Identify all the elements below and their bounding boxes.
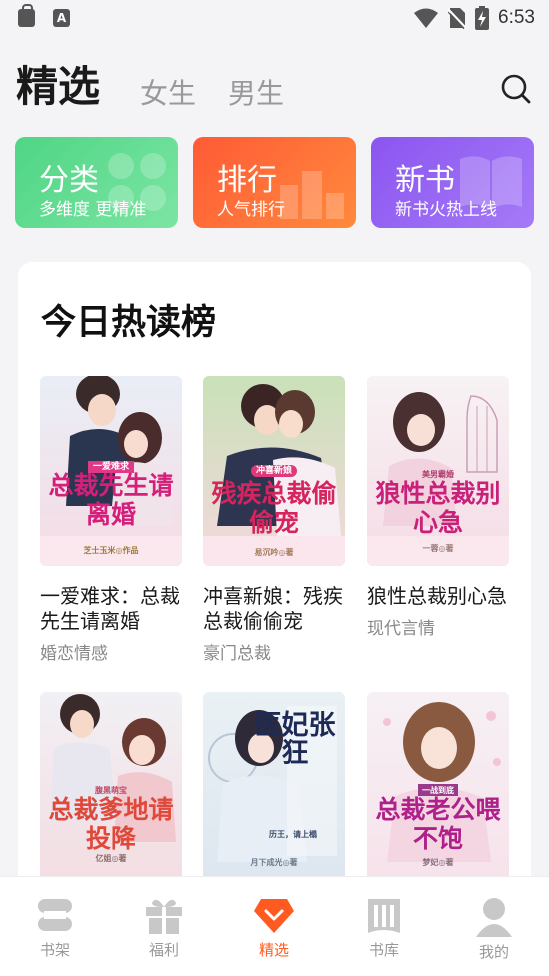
category-title: 分类 — [39, 163, 99, 198]
cover-tag: 腹黑萌宝 — [95, 785, 127, 795]
top-header: 精选 女生 男生 — [0, 60, 549, 120]
status-right: 6:53 — [413, 6, 535, 30]
status-bar: A 6:53 — [0, 0, 549, 38]
nav-label: 精选 — [258, 941, 289, 959]
nav-bookshelf[interactable]: 书架 — [15, 897, 95, 960]
book-item[interactable]: 残疾总裁偷偷宠 冲喜新娘 易沉吟◎著 冲喜新娘：残疾总裁偷偷宠 豪门总裁 — [203, 376, 349, 664]
cover-author: 芝士玉米◎作品 — [83, 545, 139, 555]
cover-author: 月下成光◎著 — [250, 857, 298, 867]
book-title[interactable]: 一爱难求：总裁先生请离婚 — [40, 584, 180, 634]
cover-author: 亿姐◎著 — [95, 853, 127, 863]
podium-deco-icon — [280, 171, 344, 219]
bookshelf-icon — [38, 899, 72, 931]
book-category: 豪门总裁 — [203, 644, 271, 664]
book-category: 婚恋情感 — [40, 644, 108, 664]
no-sim-icon — [448, 8, 467, 29]
cover-tag: 美男霸婚 — [422, 469, 454, 479]
cover-title: 残疾总裁偷偷宠 — [211, 479, 337, 537]
category-title: 排行 — [217, 163, 277, 198]
profile-icon — [476, 898, 512, 937]
ranking-title: 今日热读榜 — [41, 303, 217, 343]
category-subtitle: 人气排行 — [217, 200, 285, 220]
category-card-newbook[interactable]: 新书 新书火热上线 — [371, 137, 534, 228]
search-icon[interactable] — [500, 73, 532, 105]
tab-male[interactable]: 男生 — [228, 72, 284, 112]
cover-author: 易沉吟◎著 — [254, 547, 294, 557]
nav-profile[interactable]: 我的 — [454, 897, 534, 962]
nav-library[interactable]: 书库 — [344, 897, 424, 960]
book-cover[interactable]: 总裁老公喂不饱 一战到底 梦妃◎著 — [367, 692, 509, 882]
book-item[interactable]: 医妃张狂 历王，请上榻 月下成光◎著 — [203, 692, 349, 882]
book-cover[interactable]: 总裁先生请离婚 一爱难求 芝士玉米◎作品 — [40, 376, 182, 566]
gift-icon — [146, 899, 182, 934]
cover-author: 梦妃◎著 — [422, 857, 454, 867]
nav-featured[interactable]: 精选 — [234, 897, 314, 960]
cover-tag: 一爱难求 — [40, 461, 182, 473]
category-cards: 分类 多维度 更精准 排行 人气排行 新书 新书火热上线 — [15, 137, 534, 228]
cover-title: 狼性总裁别心急 — [375, 479, 501, 537]
cover-author: 一蓉◎著 — [422, 543, 454, 553]
book-item[interactable]: 总裁爹地请投降 腹黑萌宝 亿姐◎著 — [40, 692, 186, 882]
hot-ranking-card: 今日热读榜 总裁先生请离婚 一爱难求 芝士玉米◎作品 一爱难求：总裁先生请离婚 … — [18, 262, 531, 902]
nav-label: 书架 — [39, 941, 70, 959]
lock-icon — [18, 4, 35, 27]
category-card-classify[interactable]: 分类 多维度 更精准 — [15, 137, 178, 228]
cover-title: 医妃张狂 — [254, 710, 336, 770]
cover-title: 总裁爹地请投降 — [48, 795, 174, 853]
book-cover[interactable]: 残疾总裁偷偷宠 冲喜新娘 易沉吟◎著 — [203, 376, 345, 566]
book-cover[interactable]: 总裁爹地请投降 腹黑萌宝 亿姐◎著 — [40, 692, 182, 882]
battery-charging-icon — [475, 6, 490, 30]
app-glyph: A — [56, 11, 67, 25]
nav-label: 书库 — [368, 941, 399, 959]
book-item[interactable]: 总裁先生请离婚 一爱难求 芝士玉米◎作品 一爱难求：总裁先生请离婚 婚恋情感 — [40, 376, 186, 664]
tab-featured[interactable]: 精选 — [16, 53, 100, 114]
nav-label: 福利 — [148, 941, 179, 959]
category-title: 新书 — [395, 163, 455, 198]
bottom-navigation: 书架 福利 精选 书库 我的 — [0, 876, 549, 976]
category-subtitle: 新书火热上线 — [395, 200, 497, 220]
cover-tag: 一战到底 — [367, 784, 509, 796]
nav-welfare[interactable]: 福利 — [124, 897, 204, 960]
category-card-ranking[interactable]: 排行 人气排行 — [193, 137, 356, 228]
cover-title: 总裁先生请离婚 — [48, 471, 174, 529]
book-item[interactable]: 狼性总裁别心急 美男霸婚 一蓉◎著 狼性总裁别心急 现代言情 — [367, 376, 513, 639]
nav-label: 我的 — [478, 943, 509, 961]
book-item[interactable]: 总裁老公喂不饱 一战到底 梦妃◎著 — [367, 692, 513, 882]
category-subtitle: 多维度 更精准 — [39, 200, 147, 220]
book-title[interactable]: 狼性总裁别心急 — [367, 584, 507, 609]
tab-female[interactable]: 女生 — [140, 72, 196, 112]
book-title[interactable]: 冲喜新娘：残疾总裁偷偷宠 — [203, 584, 343, 634]
cover-title: 总裁老公喂不饱 — [375, 795, 501, 853]
book-category: 现代言情 — [367, 619, 435, 639]
wifi-icon — [414, 8, 439, 28]
status-time: 6:53 — [498, 7, 535, 28]
cover-tag: 冲喜新娘 — [203, 465, 345, 477]
featured-gem-icon — [254, 899, 294, 933]
library-icon — [368, 899, 400, 933]
cover-tag: 历王，请上榻 — [269, 829, 317, 839]
book-cover[interactable]: 医妃张狂 历王，请上榻 月下成光◎著 — [203, 692, 345, 882]
book-cover[interactable]: 狼性总裁别心急 美男霸婚 一蓉◎著 — [367, 376, 509, 566]
status-left-icons: A — [18, 4, 70, 27]
text-app-icon: A — [53, 9, 70, 27]
